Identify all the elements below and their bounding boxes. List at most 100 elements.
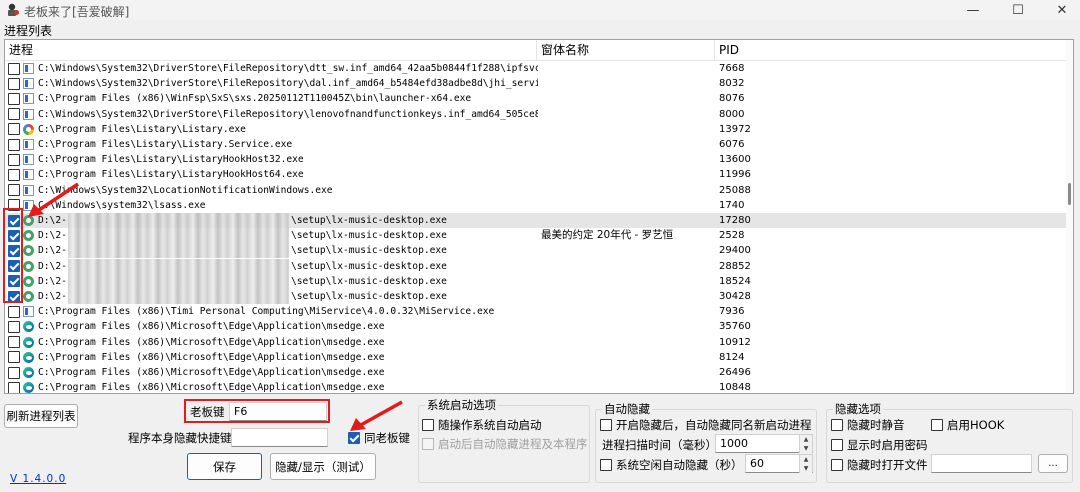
process-pid: 1740 [719,199,745,211]
checkbox-box[interactable] [831,419,843,431]
process-path: C:\Windows\System32\DriverStore\FileRepo… [38,108,538,120]
checkbox-box[interactable] [422,438,434,450]
close-button[interactable]: ✕ [1047,0,1077,20]
enable-hook-label: 启用HOOK [947,418,1005,432]
row-checkbox[interactable] [8,305,20,318]
exe-icon [23,169,34,181]
column-header-pid[interactable]: PID [715,40,1068,61]
column-header-process[interactable]: 进程 [5,40,537,61]
process-pid: 25088 [719,184,751,196]
row-checkbox[interactable] [8,351,20,364]
save-button[interactable]: 保存 [187,453,262,480]
process-pid: 11996 [719,169,751,181]
table-row[interactable]: D:\2- \setup\lx-music-desktop.exe 最美的约定 20… [5,228,1068,244]
table-row[interactable]: D:\2- \setup\lx-music-desktop.exe 30428 [5,289,1068,304]
row-checkbox[interactable] [8,168,20,181]
enable-hook-checkbox[interactable]: 启用HOOK [931,417,1004,433]
maximize-button[interactable]: ☐ [1003,0,1033,20]
mute-on-hide-label: 隐藏时静音 [847,418,905,432]
same-boss-key-checkbox[interactable]: 同老板键 [348,430,410,446]
table-row[interactable]: D:\2- \setup\lx-music-desktop.exe 28852 [5,258,1068,274]
checkbox-box[interactable] [348,432,360,444]
process-pid: 8124 [719,351,745,363]
scan-interval-label: 进程扫描时间（毫秒） [602,438,717,452]
table-row[interactable]: C:\Program Files (x86)\Microsoft\Edge\Ap… [5,319,1068,334]
row-checkbox[interactable] [8,92,20,105]
checkbox-box[interactable] [831,439,843,451]
version-link[interactable]: V 1.4.0.0 [10,473,66,485]
table-row[interactable]: C:\Program Files\Listary\ListaryHookHost… [5,152,1068,167]
process-pid: 10848 [719,382,751,394]
scan-interval-spinner[interactable]: ▲ ▼ [799,435,812,453]
table-row[interactable]: C:\Program Files (x86)\Microsoft\Edge\Ap… [5,350,1068,365]
row-checkbox[interactable] [8,184,20,197]
process-path-suffix: \setup\lx-music-desktop.exe [291,215,447,226]
open-file-on-hide-checkbox[interactable]: 隐藏时打开文件 [831,457,928,473]
row-checkbox[interactable] [8,320,20,333]
table-row[interactable]: C:\Windows\System32\DriverStore\FileRepo… [5,76,1068,91]
table-row[interactable]: C:\Program Files (x86)\Timi Personal Com… [5,304,1068,319]
row-checkbox[interactable] [8,153,20,166]
process-pid: 6076 [719,139,745,150]
list-scrollbar[interactable] [1066,40,1073,393]
checkbox-box[interactable] [600,459,612,471]
boss-key-input[interactable]: F6 [229,402,327,421]
redacted-path-segment [68,243,289,259]
table-row[interactable]: C:\Program Files (x86)\WinFsp\SxS\sxs.20… [5,91,1068,106]
checkbox-box[interactable] [931,419,943,431]
scrollbar-thumb[interactable] [1068,183,1071,205]
self-hide-hotkey-input[interactable] [231,428,328,447]
table-row[interactable]: C:\Program Files\Listary\Listary.Service… [5,137,1068,152]
hide-options-group: 隐藏选项 隐藏时静音 启用HOOK 显示时启用密码 隐藏时打开文件 ... [826,401,1073,483]
checkbox-box[interactable] [422,419,434,431]
process-list[interactable]: 进程 窗体名称 PID C:\Windows\System32\DriverSt… [4,39,1074,394]
table-row[interactable]: C:\Program Files\Listary\ListaryHookHost… [5,167,1068,182]
row-checkbox[interactable] [8,62,20,75]
redacted-path-segment [68,228,289,244]
process-path: C:\Windows\System32\DriverStore\FileRepo… [38,63,538,74]
hide-after-start-checkbox[interactable]: 启动后自动隐藏进程及本程序 [422,436,588,452]
annotation-arrow-icon [28,182,79,217]
process-path: C:\Program Files (x86)\Microsoft\Edge\Ap… [38,382,385,394]
checkbox-box[interactable] [600,419,612,431]
mute-on-hide-checkbox[interactable]: 隐藏时静音 [831,417,905,433]
row-checkbox[interactable] [8,77,20,90]
table-row[interactable]: C:\Windows\System32\LocationNotification… [5,183,1068,198]
row-checkbox[interactable] [8,366,20,379]
row-checkbox[interactable] [8,336,20,349]
row-checkbox[interactable] [8,108,20,121]
table-row[interactable]: C:\Windows\system32\lsass.exe 1740 [5,198,1068,213]
edge-icon [23,321,34,333]
table-row[interactable]: D:\2- \setup\lx-music-desktop.exe 17280 [5,213,1068,229]
lx-music-icon [23,275,34,287]
browse-file-button[interactable]: ... [1038,454,1068,473]
auto-hide-new-process-checkbox[interactable]: 开启隐藏后，自动隐藏同名新启动进程 [600,417,812,433]
table-row[interactable]: C:\Windows\System32\DriverStore\FileRepo… [5,61,1068,76]
minimize-button[interactable]: — [958,0,988,20]
process-path-suffix: \setup\lx-music-desktop.exe [291,291,447,302]
row-checkbox[interactable] [8,123,20,136]
column-header-window[interactable]: 窗体名称 [537,40,715,61]
table-row[interactable]: D:\2- \setup\lx-music-desktop.exe 18524 [5,273,1068,289]
table-row[interactable]: C:\Program Files (x86)\Microsoft\Edge\Ap… [5,380,1068,394]
auto-start-checkbox[interactable]: 随操作系统自动启动 [422,417,542,433]
process-path: C:\Program Files (x86)\Microsoft\Edge\Ap… [38,351,385,363]
idle-hide-spinner[interactable]: ▲ ▼ [799,455,812,473]
table-row[interactable]: C:\Program Files\Listary\Listary.exe 1397… [5,122,1068,137]
toggle-hide-show-button[interactable]: 隐藏/显示（测试） [270,453,376,480]
password-on-show-checkbox[interactable]: 显示时启用密码 [831,437,928,453]
row-checkbox[interactable] [8,381,20,393]
table-row[interactable]: C:\Program Files (x86)\Microsoft\Edge\Ap… [5,365,1068,380]
table-row[interactable]: D:\2- \setup\lx-music-desktop.exe 29400 [5,243,1068,259]
process-pid: 18524 [719,275,751,287]
row-checkbox[interactable] [8,138,20,151]
startup-options-group: 系统启动选项 随操作系统自动启动 启动后自动隐藏进程及本程序 [418,397,590,483]
checkbox-box[interactable] [831,459,843,471]
process-pid: 8076 [719,93,745,105]
idle-hide-checkbox[interactable]: 系统空闲自动隐藏（秒） [600,457,743,473]
open-file-path-input[interactable] [931,454,1032,473]
process-path: C:\Program Files (x86)\WinFsp\SxS\sxs.20… [38,93,472,105]
refresh-process-list-button[interactable]: 刷新进程列表 [4,404,78,428]
table-row[interactable]: C:\Program Files (x86)\Microsoft\Edge\Ap… [5,335,1068,350]
table-row[interactable]: C:\Windows\System32\DriverStore\FileRepo… [5,107,1068,122]
